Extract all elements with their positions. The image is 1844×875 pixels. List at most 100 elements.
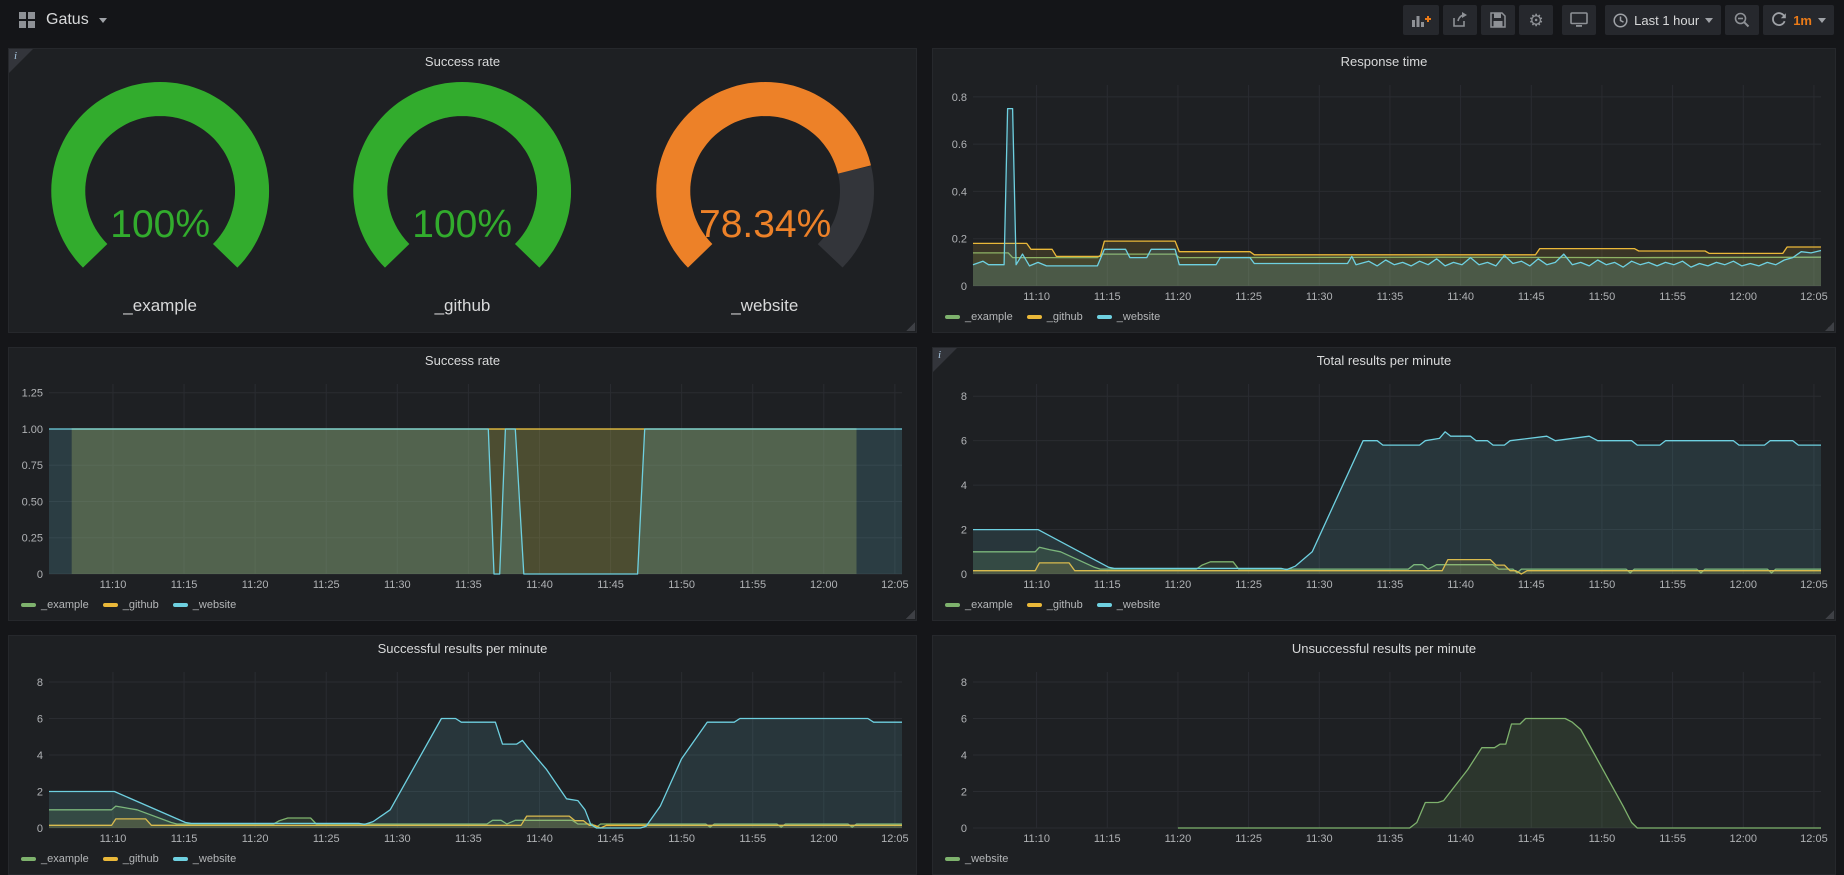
panel-title[interactable]: Successful results per minute xyxy=(9,636,916,662)
svg-text:11:55: 11:55 xyxy=(1659,579,1686,591)
svg-text:11:10: 11:10 xyxy=(100,833,127,845)
response-time-chart[interactable]: 00.20.40.60.811:1011:1511:2011:2511:3011… xyxy=(937,75,1829,304)
svg-text:11:15: 11:15 xyxy=(1094,579,1121,591)
panel-title[interactable]: Success rate xyxy=(9,49,916,75)
legend-item[interactable]: _website xyxy=(173,599,236,611)
gauge-website: 78.34% _website xyxy=(614,77,916,326)
save-icon xyxy=(1490,12,1506,28)
legend-item[interactable]: _website xyxy=(1097,599,1160,611)
svg-text:11:25: 11:25 xyxy=(313,579,340,591)
legend-item[interactable]: _example xyxy=(945,311,1013,323)
refresh-button[interactable]: 1m xyxy=(1763,5,1834,35)
panel-info-corner[interactable] xyxy=(9,49,33,73)
unsuccessful-results-chart[interactable]: 0246811:1011:1511:2011:2511:3011:3511:40… xyxy=(937,662,1829,846)
svg-text:11:40: 11:40 xyxy=(526,579,553,591)
panel-title[interactable]: Response time xyxy=(933,49,1835,75)
svg-text:11:10: 11:10 xyxy=(1023,833,1050,845)
resize-handle[interactable] xyxy=(905,609,915,619)
svg-text:11:40: 11:40 xyxy=(1447,833,1474,845)
panel-title[interactable]: Total results per minute xyxy=(933,348,1835,374)
share-button[interactable] xyxy=(1443,5,1477,35)
chart-area: 00.250.500.751.001.2511:1011:1511:2011:2… xyxy=(13,374,910,592)
svg-text:2: 2 xyxy=(961,787,967,799)
svg-text:11:55: 11:55 xyxy=(739,833,766,845)
zoom-out-icon xyxy=(1734,12,1750,28)
total-results-chart[interactable]: 0246811:1011:1511:2011:2511:3011:3511:40… xyxy=(937,374,1829,592)
svg-text:11:55: 11:55 xyxy=(1659,833,1686,845)
svg-text:100%: 100% xyxy=(110,203,210,246)
svg-text:6: 6 xyxy=(37,714,43,726)
svg-text:11:40: 11:40 xyxy=(1447,291,1474,303)
save-button[interactable] xyxy=(1481,5,1515,35)
panel-title[interactable]: Unsuccessful results per minute xyxy=(933,636,1835,662)
legend-item[interactable]: _example xyxy=(21,599,89,611)
success-rate-chart[interactable]: 00.250.500.751.001.2511:1011:1511:2011:2… xyxy=(13,374,910,592)
panel-success-rate-gauges: i Success rate 100% _example 100% _githu… xyxy=(8,48,917,333)
legend-swatch xyxy=(1027,315,1042,319)
svg-text:11:20: 11:20 xyxy=(1165,291,1192,303)
legend: _example _github _website xyxy=(945,597,1160,613)
svg-text:4: 4 xyxy=(961,480,967,492)
legend-item[interactable]: _website xyxy=(945,853,1008,865)
svg-text:0.8: 0.8 xyxy=(952,92,967,104)
svg-text:11:40: 11:40 xyxy=(1447,579,1474,591)
legend-item[interactable]: _example xyxy=(945,599,1013,611)
share-icon xyxy=(1452,12,1468,28)
svg-text:4: 4 xyxy=(961,750,967,762)
svg-text:12:05: 12:05 xyxy=(1800,833,1828,845)
svg-text:11:35: 11:35 xyxy=(1377,291,1404,303)
navbar: Gatus xyxy=(0,0,1844,40)
legend-swatch xyxy=(21,603,36,607)
resize-handle[interactable] xyxy=(905,321,915,331)
panel-unsuccessful-results: Unsuccessful results per minute 0246811:… xyxy=(932,635,1836,875)
svg-text:12:00: 12:00 xyxy=(1730,579,1758,591)
zoom-out-button[interactable] xyxy=(1725,5,1759,35)
svg-text:11:40: 11:40 xyxy=(526,833,553,845)
legend-label: _website xyxy=(1117,311,1160,323)
svg-text:0.25: 0.25 xyxy=(22,533,43,545)
legend-swatch xyxy=(103,603,118,607)
gauge-label: _example xyxy=(9,296,311,326)
legend: _website xyxy=(945,851,1008,867)
legend-item[interactable]: _github xyxy=(103,853,159,865)
legend-label: _github xyxy=(123,853,159,865)
resize-handle[interactable] xyxy=(1824,321,1834,331)
svg-text:0.2: 0.2 xyxy=(952,234,967,246)
settings-button[interactable]: ⚙ xyxy=(1519,5,1553,35)
legend-item[interactable]: _example xyxy=(21,853,89,865)
add-panel-button[interactable] xyxy=(1403,5,1439,35)
refresh-icon xyxy=(1771,12,1787,28)
successful-results-chart[interactable]: 0246811:1011:1511:2011:2511:3011:3511:40… xyxy=(13,662,910,846)
clock-icon xyxy=(1613,13,1628,28)
svg-text:1.25: 1.25 xyxy=(22,388,43,400)
svg-text:11:35: 11:35 xyxy=(455,833,482,845)
svg-text:11:55: 11:55 xyxy=(739,579,766,591)
legend-label: _website xyxy=(965,853,1008,865)
time-range-button[interactable]: Last 1 hour xyxy=(1605,5,1721,35)
svg-text:11:30: 11:30 xyxy=(1306,291,1333,303)
svg-text:11:20: 11:20 xyxy=(1165,579,1192,591)
navbar-actions: ⚙ Last 1 hour xyxy=(1403,5,1834,35)
chart-area: 0246811:1011:1511:2011:2511:3011:3511:40… xyxy=(937,374,1829,592)
panel-success-rate-line: Success rate 00.250.500.751.001.2511:101… xyxy=(8,347,917,621)
caret-down-icon xyxy=(1705,18,1713,23)
legend-item[interactable]: _website xyxy=(173,853,236,865)
cycle-view-button[interactable] xyxy=(1562,5,1596,35)
monitor-icon xyxy=(1570,12,1588,28)
legend-item[interactable]: _github xyxy=(103,599,159,611)
svg-text:6: 6 xyxy=(961,714,967,726)
legend-swatch xyxy=(1027,603,1042,607)
legend-item[interactable]: _github xyxy=(1027,599,1083,611)
panel-info-corner[interactable] xyxy=(933,348,957,372)
svg-text:11:15: 11:15 xyxy=(1094,833,1121,845)
legend-swatch xyxy=(1097,315,1112,319)
svg-text:11:15: 11:15 xyxy=(171,833,198,845)
resize-handle[interactable] xyxy=(1824,609,1834,619)
dashboard-title-button[interactable]: Gatus xyxy=(18,11,107,29)
legend-swatch xyxy=(945,857,960,861)
legend-item[interactable]: _github xyxy=(1027,311,1083,323)
legend-item[interactable]: _website xyxy=(1097,311,1160,323)
svg-text:11:50: 11:50 xyxy=(1589,579,1616,591)
legend: _example _github _website xyxy=(21,597,236,613)
panel-title[interactable]: Success rate xyxy=(9,348,916,374)
